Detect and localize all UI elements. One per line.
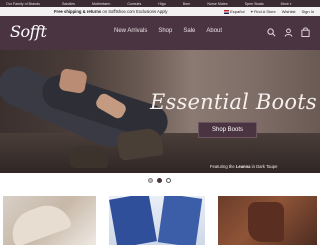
brand-link[interactable]: Mothertarm	[92, 2, 110, 6]
nav-item-shop[interactable]: Shop	[158, 28, 172, 34]
shop-boots-button[interactable]: Shop Boots	[198, 122, 257, 138]
brand-link[interactable]: Sandles	[62, 2, 75, 6]
brand-link[interactable]: Hlgo	[158, 2, 165, 6]
carousel-dot[interactable]	[148, 178, 153, 183]
carousel-dot-active[interactable]	[157, 178, 162, 183]
brand-list: Sandles Mothertarm Comsies Hlgo Born Nur…	[62, 2, 291, 6]
category-tile[interactable]	[3, 196, 96, 245]
hero-caption: Featuring the Leanna in Dark Taupe	[210, 164, 278, 169]
main-nav: New Arrivals Shop Sale About	[114, 28, 222, 34]
brand-link[interactable]: Comsies	[127, 2, 141, 6]
hero-image-boot	[70, 146, 108, 168]
shipping-promo-text[interactable]: Free shipping & returns on Sofftshoe.com…	[54, 9, 168, 14]
tile-image-jeans	[157, 196, 203, 245]
bag-icon[interactable]	[301, 27, 310, 37]
user-icon[interactable]	[284, 28, 293, 37]
category-tile[interactable]	[218, 196, 317, 245]
nav-item-new-arrivals[interactable]: New Arrivals	[114, 28, 147, 34]
main-header: Sofft New Arrivals Shop Sale About	[0, 16, 320, 50]
header-icons	[267, 27, 310, 37]
search-icon[interactable]	[267, 27, 276, 37]
hero-banner[interactable]: Essential Boots Shop Boots Featuring the…	[0, 50, 320, 173]
location-pin-icon: ⌖	[250, 9, 253, 14]
site-logo[interactable]: Sofft	[10, 22, 47, 41]
carousel-dots	[148, 178, 171, 183]
brand-family-bar: Our Family of Brands Sandles Mothertarm …	[0, 0, 320, 7]
more-brands-dropdown[interactable]: More ▾	[281, 2, 292, 6]
find-store-link[interactable]: ⌖ Find A Store	[251, 9, 276, 14]
brand-link[interactable]: Nurse Mates	[207, 2, 227, 6]
tile-image-boot	[248, 202, 284, 242]
shipping-promo-bar: Free shipping & returns on Sofftshoe.com…	[0, 7, 320, 16]
sign-in-link[interactable]: Sign In	[302, 9, 314, 14]
category-tiles	[0, 196, 320, 245]
nav-item-about[interactable]: About	[206, 28, 222, 34]
hero-title: Essential Boots	[150, 90, 317, 114]
hero-image-hand	[58, 67, 88, 95]
brand-family-link[interactable]: Our Family of Brands	[6, 2, 40, 6]
nav-item-sale[interactable]: Sale	[183, 28, 195, 34]
utility-links: Español ⌖ Find A Store Wishlist Sign In	[224, 9, 314, 14]
language-selector[interactable]: Español	[224, 9, 245, 14]
carousel-dot[interactable]	[166, 178, 171, 183]
wishlist-link[interactable]: Wishlist	[282, 9, 296, 14]
chevron-down-icon: ▾	[289, 1, 292, 6]
brand-link[interactable]: Sperr Boats	[245, 2, 264, 6]
flag-icon	[224, 10, 230, 14]
tile-image-shoe	[5, 198, 73, 245]
brand-link[interactable]: Born	[183, 2, 191, 6]
tile-image-jeans	[109, 196, 157, 245]
category-tile[interactable]	[109, 196, 205, 245]
